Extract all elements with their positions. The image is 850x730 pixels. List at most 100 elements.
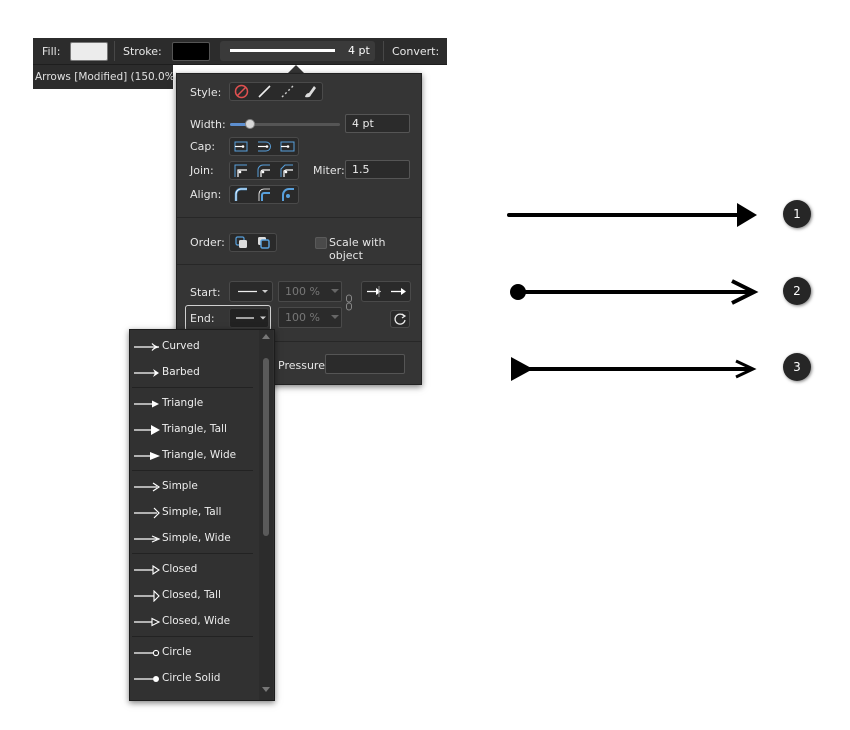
document-title-bar: Arrows [Modified] (150.0%) (33, 65, 179, 89)
fill-color-swatch[interactable] (70, 42, 108, 61)
no-stroke-icon[interactable] (232, 83, 251, 100)
arrowhead-preview-icon (134, 369, 159, 377)
width-input[interactable]: 4 pt (345, 114, 410, 133)
arrowhead-option[interactable]: Circle (130, 640, 254, 666)
start-scale-field[interactable]: 100 % (278, 281, 342, 302)
panel-divider (177, 217, 421, 218)
round-cap-icon[interactable] (255, 138, 274, 155)
join-label: Join: (190, 164, 214, 177)
document-title[interactable]: Arrows [Modified] (150.0%) (35, 71, 179, 83)
align-inside-icon[interactable] (255, 186, 274, 203)
scroll-down-arrow-icon[interactable] (262, 687, 270, 693)
miter-label: Miter: (313, 164, 345, 177)
arrowhead-option[interactable]: Triangle (130, 391, 254, 417)
panel-divider (177, 264, 421, 265)
arrowhead-preview-icon (134, 452, 160, 460)
pressure-label: Pressure: (278, 359, 329, 372)
dropdown-separator (132, 636, 253, 637)
arrowhead-option-label: Closed, Tall (162, 589, 221, 601)
stroke-front-icon[interactable] (254, 234, 273, 251)
arrowhead-option[interactable]: Closed (130, 557, 254, 583)
arrowhead-preview-icon (134, 590, 160, 602)
arrowhead-option-label: Triangle, Wide (162, 449, 237, 461)
convert-label[interactable]: Convert: (392, 45, 439, 58)
example-arrow-1[interactable] (505, 195, 765, 235)
arrowhead-preview-icon (134, 482, 161, 492)
example-arrow-3[interactable] (505, 349, 765, 389)
cap-button-group (229, 137, 299, 156)
round-join-icon[interactable] (255, 162, 274, 179)
arrowhead-preview-icon (134, 400, 159, 408)
arrowhead-option[interactable]: Simple, Wide (130, 526, 254, 552)
style-label: Style: (190, 86, 222, 99)
stroke-width-value: 4 pt (348, 44, 370, 57)
example-number-badge: 3 (783, 353, 811, 381)
arrowhead-option[interactable]: Simple (130, 474, 254, 500)
arrowhead-option-label: Curved (162, 340, 200, 352)
cap-label: Cap: (190, 140, 216, 153)
toolbar-divider (383, 41, 384, 61)
arrowhead-preview-icon (134, 507, 160, 519)
dropdown-separator (132, 387, 253, 388)
stroke-behind-fill-icon[interactable] (232, 234, 251, 251)
join-button-group (229, 161, 299, 180)
swap-arrowheads-icon[interactable] (390, 310, 410, 328)
solid-line-icon[interactable] (255, 83, 274, 100)
width-slider[interactable] (230, 119, 340, 129)
arrowhead-option[interactable]: Closed, Tall (130, 583, 254, 609)
arrowhead-option-label: Simple, Tall (162, 506, 222, 518)
arrowhead-option-label: Closed, Wide (162, 615, 231, 627)
arrowhead-option[interactable]: Barbed (130, 360, 254, 386)
align-center-icon[interactable] (232, 186, 251, 203)
arrowhead-option-label: Simple (162, 480, 198, 492)
example-number-badge: 1 (783, 200, 811, 228)
arrow-at-end-icon[interactable] (388, 283, 410, 300)
width-slider-handle[interactable] (244, 119, 255, 129)
dropdown-separator (132, 470, 253, 471)
arrowhead-option-label: Circle Solid (162, 672, 221, 684)
order-button-group (229, 233, 277, 252)
context-toolbar: Fill: Stroke: 4 pt Convert: (33, 38, 447, 65)
arrowhead-option[interactable]: Triangle, Wide (130, 443, 254, 469)
stroke-width-button[interactable]: 4 pt (220, 41, 375, 61)
butt-cap-icon[interactable] (232, 138, 251, 155)
end-scale-field[interactable]: 100 % (278, 307, 342, 328)
width-label: Width: (190, 118, 226, 131)
dropdown-scrollbar[interactable] (259, 330, 273, 700)
arrowhead-option-label: Simple, Wide (162, 532, 231, 544)
align-button-group (229, 185, 299, 204)
arrowhead-option[interactable]: Closed, Wide (130, 609, 254, 635)
arrowhead-preview-icon (134, 564, 160, 576)
scroll-up-arrow-icon[interactable] (262, 334, 270, 340)
arrowhead-option-label: Circle (162, 646, 192, 658)
style-button-group (229, 82, 323, 101)
dashed-line-icon[interactable] (278, 83, 297, 100)
brush-icon[interactable] (301, 83, 320, 100)
pressure-graph[interactable] (325, 354, 405, 374)
bevel-join-icon[interactable] (278, 162, 297, 179)
end-label: End: (190, 312, 215, 325)
start-arrowhead-dropdown[interactable] (229, 281, 273, 302)
arrowhead-option[interactable]: Triangle, Tall (130, 417, 254, 443)
dropdown-scrollbar-thumb[interactable] (263, 358, 269, 536)
arrowhead-option-label: Triangle, Tall (162, 423, 227, 435)
arrowhead-option[interactable]: Simple, Tall (130, 500, 254, 526)
arrow-beyond-end-icon[interactable] (364, 283, 386, 300)
link-scales-icon[interactable] (346, 294, 352, 315)
scale-with-object-checkbox[interactable] (315, 237, 327, 249)
arrowhead-options: Curved Barbed Triangle Triangle, Tall Triang… (130, 330, 258, 700)
end-arrowhead-dropdown[interactable] (229, 308, 269, 328)
start-label: Start: (190, 286, 221, 299)
arrowhead-option[interactable]: Curved (130, 334, 254, 360)
arrowhead-option[interactable]: Circle Solid (130, 666, 254, 692)
align-label: Align: (190, 188, 222, 201)
arrowhead-option-label: Barbed (162, 366, 200, 378)
example-arrow-2[interactable] (505, 272, 765, 312)
square-cap-icon[interactable] (278, 138, 297, 155)
arrowhead-preview-icon (134, 425, 160, 435)
miter-input[interactable]: 1.5 (345, 160, 410, 179)
align-outside-icon[interactable] (278, 186, 297, 203)
arrowhead-preview-icon (134, 343, 160, 351)
miter-join-icon[interactable] (232, 162, 251, 179)
stroke-color-swatch[interactable] (172, 42, 210, 61)
